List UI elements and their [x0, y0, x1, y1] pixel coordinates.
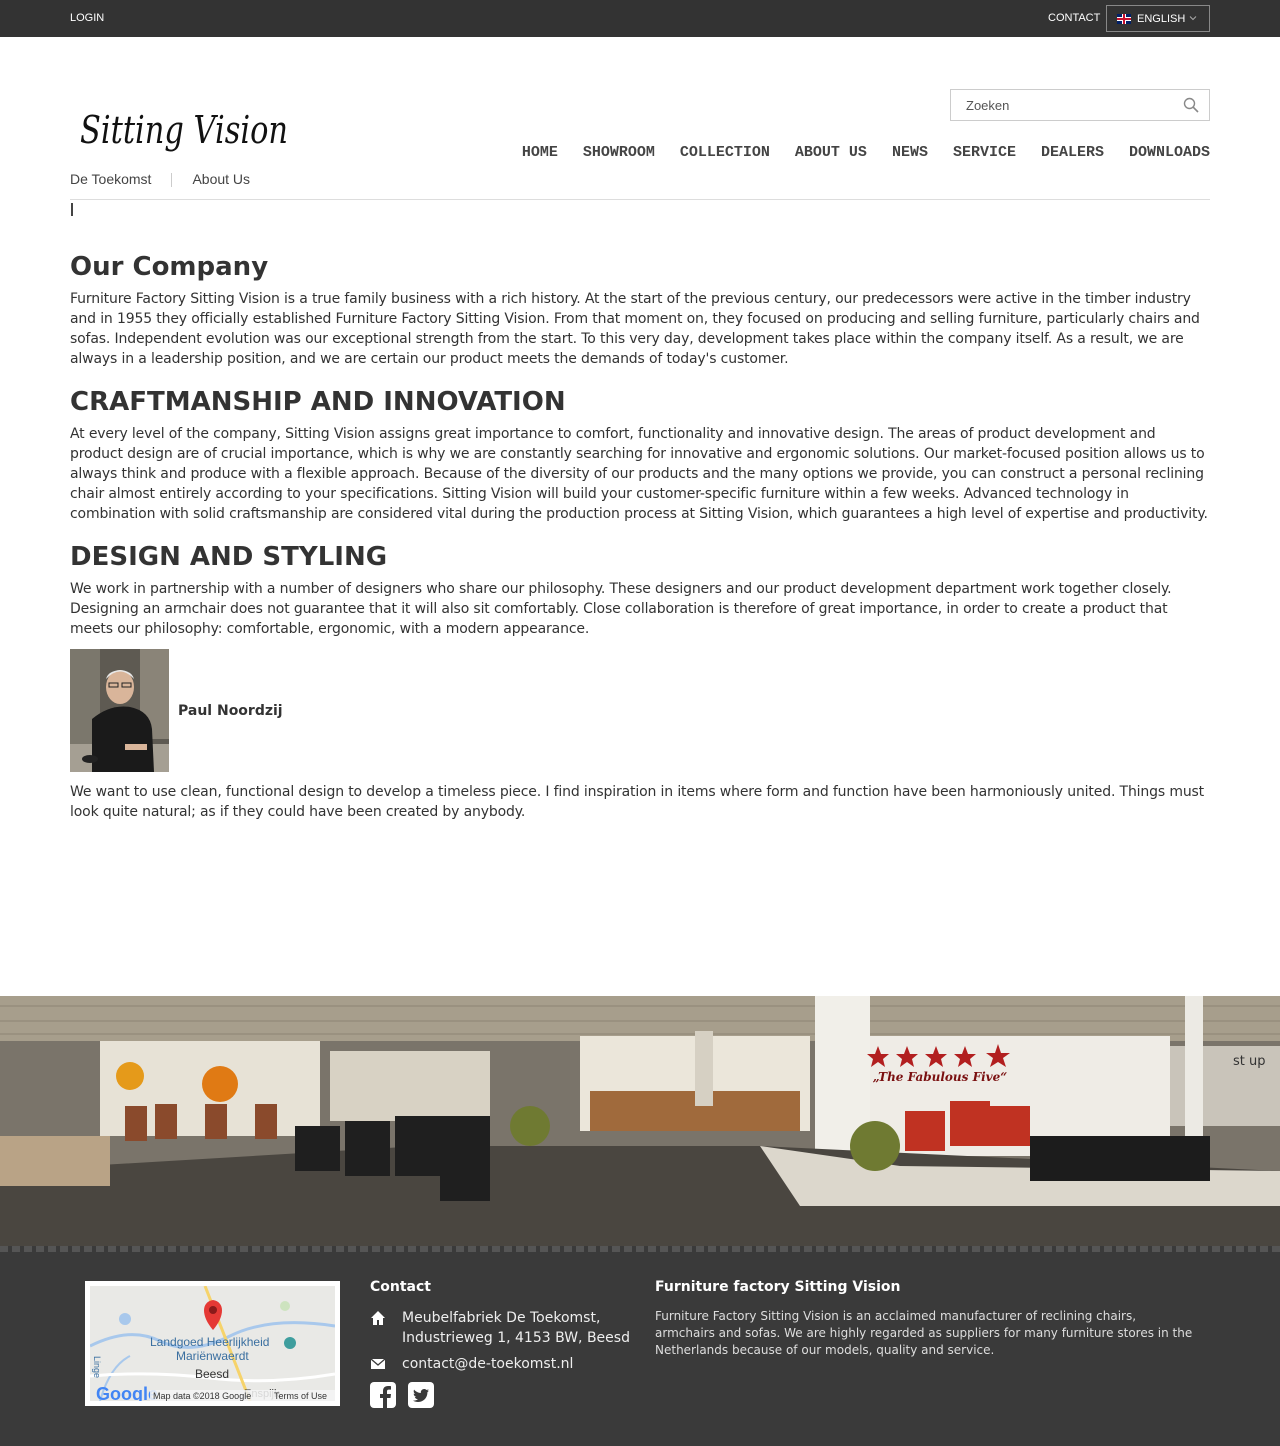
designer-name: Paul Noordzij	[178, 702, 283, 719]
design-paragraph: We work in partnership with a number of …	[70, 581, 1172, 637]
nav-collection[interactable]: COLLECTION	[680, 144, 770, 161]
showroom-sign-fragment: st up	[1233, 1054, 1266, 1069]
logo-text: Sitting Vision	[80, 108, 288, 152]
uk-flag-icon	[1117, 13, 1131, 24]
text-cursor	[71, 203, 73, 216]
twitter-icon[interactable]	[408, 1382, 434, 1408]
map-river-label: Linge	[92, 1356, 102, 1378]
footer-divider	[0, 1246, 1280, 1252]
footer-contact-info: Meubelfabriek De Toekomst, Industrieweg …	[370, 1308, 630, 1380]
nav-service[interactable]: SERVICE	[953, 144, 1016, 161]
envelope-icon	[370, 1358, 386, 1369]
nav-news[interactable]: NEWS	[892, 144, 928, 161]
intro-paragraph: Furniture Factory Sitting Vision is a tr…	[70, 291, 1200, 367]
nav-home[interactable]: HOME	[522, 144, 558, 161]
map-attribution: Map data ©2018 Google	[153, 1391, 251, 1401]
contact-link[interactable]: CONTACT	[1048, 12, 1100, 24]
footer-about-title: Furniture factory Sitting Vision	[655, 1279, 901, 1295]
chevron-down-icon	[1189, 16, 1197, 21]
nav-showroom[interactable]: SHOWROOM	[583, 144, 655, 161]
map-place-label: Mariënwaerdt	[176, 1349, 249, 1363]
showroom-banner-image: „The Fabulous Five“ st up	[0, 996, 1280, 1246]
nav-about-us[interactable]: ABOUT US	[795, 144, 867, 161]
nav-downloads[interactable]: DOWNLOADS	[1129, 144, 1210, 161]
breadcrumb-divider	[171, 173, 173, 187]
page-title: Our Company	[70, 252, 269, 282]
login-link[interactable]: LOGIN	[70, 12, 104, 24]
main-content: Our Company Furniture Factory Sitting Vi…	[70, 250, 1210, 822]
map-place-label: Landgoed Heerlijkheid	[150, 1335, 269, 1349]
logo[interactable]: Sitting Vision	[78, 103, 293, 163]
footer-email-link[interactable]: contact@de-toekomst.nl	[402, 1354, 573, 1374]
language-selector[interactable]: ENGLISH	[1106, 5, 1210, 32]
section-heading-craftmanship: CRAFTMANSHIP AND INNOVATION	[70, 387, 566, 417]
site-footer: Landgoed Heerlijkheid Mariënwaerdt Beesd…	[0, 1246, 1280, 1446]
showroom-sign-text: „The Fabulous Five“	[873, 1070, 1007, 1084]
map-place-label: Beesd	[195, 1367, 229, 1381]
footer-contact-title: Contact	[370, 1279, 431, 1295]
footer-address: Meubelfabriek De Toekomst, Industrieweg …	[402, 1310, 630, 1346]
google-logo: Google	[96, 1384, 158, 1401]
top-bar: LOGIN CONTACT ENGLISH	[0, 0, 1280, 37]
search-icon[interactable]	[1183, 97, 1199, 113]
social-links	[370, 1382, 434, 1408]
language-label: ENGLISH	[1137, 12, 1186, 25]
nav-dealers[interactable]: DEALERS	[1041, 144, 1104, 161]
map-terms-link[interactable]: Terms of Use	[274, 1391, 327, 1401]
footer-about-text: Furniture Factory Sitting Vision is an a…	[655, 1309, 1193, 1357]
designer-quote: We want to use clean, functional design …	[70, 784, 1205, 820]
breadcrumb-item-home[interactable]: De Toekomst	[70, 171, 151, 187]
breadcrumb-item-current[interactable]: About Us	[192, 171, 250, 187]
breadcrumb: De Toekomst About Us	[70, 171, 1210, 200]
facebook-icon[interactable]	[370, 1382, 396, 1408]
search-box	[950, 89, 1210, 121]
map-canvas[interactable]: Landgoed Heerlijkheid Mariënwaerdt Beesd…	[89, 1285, 336, 1404]
designer-profile: Paul Noordzij	[70, 649, 1210, 772]
section-heading-design: DESIGN AND STYLING	[70, 542, 388, 572]
craftmanship-paragraph: At every level of the company, Sitting V…	[70, 426, 1208, 522]
home-icon	[371, 1311, 385, 1325]
designer-portrait	[70, 649, 169, 772]
location-map[interactable]: Landgoed Heerlijkheid Mariënwaerdt Beesd…	[85, 1281, 340, 1406]
main-nav: HOME SHOWROOM COLLECTION ABOUT US NEWS S…	[522, 144, 1210, 161]
search-input[interactable]	[951, 90, 1171, 120]
